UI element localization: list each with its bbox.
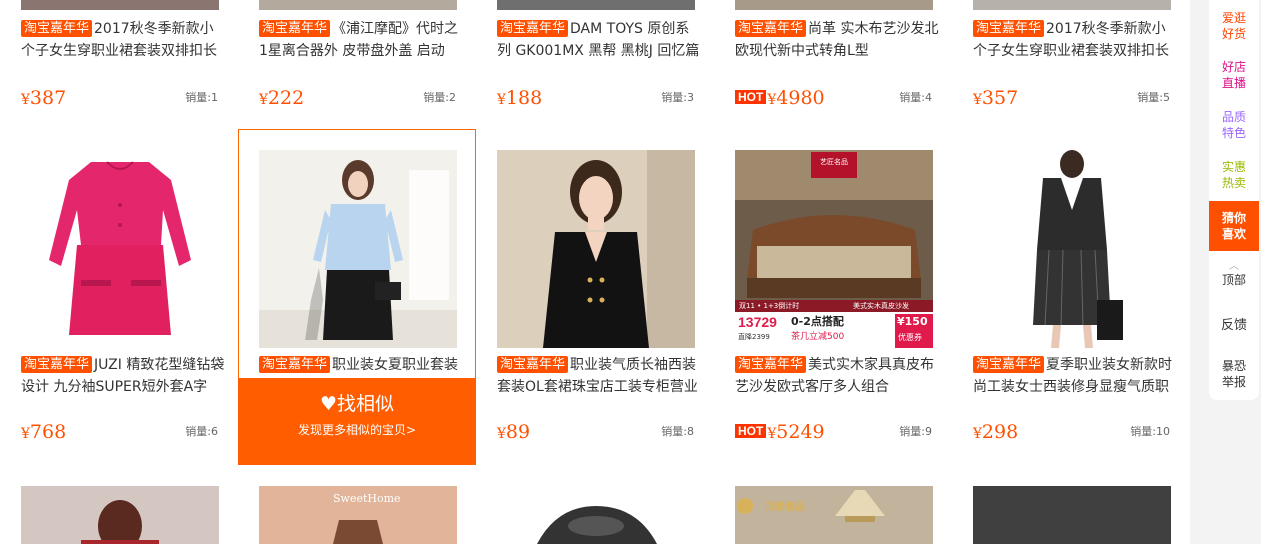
- product-price: ¥89: [497, 421, 531, 443]
- product-card[interactable]: 淘宝嘉年华 JUZI 精致花型缝钻袋设计 九分袖SUPER短外套A字 ¥768 销…: [0, 129, 238, 465]
- product-image[interactable]: 艺匠名品 双11 • 1+3倒计时 美式实木真皮沙发 13729 直降2399 …: [735, 150, 933, 348]
- promo-tag: 淘宝嘉年华: [259, 356, 331, 373]
- chevron-up-icon: ︿: [1229, 261, 1239, 272]
- sidebar-panel: 爱逛 好货 好店 直播 品质 特色 实惠 热卖 猜你 喜欢 ︿ 顶部 反馈 暴恐…: [1209, 0, 1259, 400]
- product-image[interactable]: 顶级奢品: [735, 486, 933, 544]
- promo-tag: 淘宝嘉年华: [973, 356, 1045, 373]
- chandelier-illustration: [737, 490, 885, 522]
- sidebar-item-aiguang[interactable]: 爱逛 好货: [1209, 10, 1259, 42]
- sidebar-item-cainixihuan[interactable]: 猜你 喜欢: [1209, 201, 1259, 251]
- product-title[interactable]: 淘宝嘉年华 《浦江摩配》代时之1星离合器外 皮带盘外盖 启动: [259, 18, 463, 62]
- discover-more-link[interactable]: 发现更多相似的宝贝>: [238, 422, 476, 438]
- product-price: HOT ¥4980: [735, 86, 825, 112]
- sidebar-item-haodian[interactable]: 好店 直播: [1209, 59, 1259, 91]
- sales-count: 销量:9: [899, 425, 932, 438]
- promo-tag: 淘宝嘉年华: [259, 20, 331, 37]
- sofa-coupon-value: ¥150: [897, 315, 928, 328]
- product-title[interactable]: 淘宝嘉年华 JUZI 精致花型缝钻袋设计 九分袖SUPER短外套A字: [21, 354, 225, 398]
- product-image[interactable]: [21, 0, 219, 10]
- find-similar-button[interactable]: ♥找相似: [238, 392, 476, 416]
- sales-count: 销量:10: [1130, 425, 1170, 438]
- sofa-promo-1: 0-2点搭配: [791, 315, 844, 328]
- sidebar-item-pinzhi[interactable]: 品质 特色: [1209, 109, 1259, 141]
- product-title[interactable]: 淘宝嘉年华 DAM TOYS 原创系列 GK001MX 黑帮 黑桃J 回忆篇: [497, 18, 701, 62]
- motor-cover-illustration: [537, 506, 657, 544]
- promo-tag: 淘宝嘉年华: [497, 20, 569, 37]
- sales-count: 销量:4: [899, 91, 932, 104]
- sofa-coupon-label: 优惠券: [898, 333, 922, 342]
- promo-tag: 淘宝嘉年华: [735, 356, 807, 373]
- black-blazer-illustration: [497, 150, 695, 348]
- product-image[interactable]: [21, 150, 219, 348]
- product-image[interactable]: [259, 0, 457, 10]
- find-similar-overlay[interactable]: ♥找相似 发现更多相似的宝贝>: [238, 378, 476, 465]
- promo-tag: 淘宝嘉年华: [21, 356, 93, 373]
- product-card[interactable]: 淘宝嘉年华 职业装气质长袖西装套装OL套裙珠宝店工装专柜营业 ¥89 销量:8: [476, 129, 714, 465]
- product-title[interactable]: 淘宝嘉年华2017秋冬季新款小个子女生穿职业裙套装双排扣长袖: [973, 18, 1177, 62]
- product-card[interactable]: 艺匠名品 双11 • 1+3倒计时 美式实木真皮沙发 13729 直降2399 …: [714, 129, 952, 465]
- hot-badge: HOT: [735, 424, 767, 438]
- product-price: ¥357: [973, 87, 1019, 109]
- product-card[interactable]: 淘宝嘉年华 尚革 实木布艺沙发北欧现代新中式转角L型 HOT ¥4980 销量:4: [714, 0, 952, 109]
- product-card-hovered[interactable]: 淘宝嘉年华 职业装女夏职业套装 ♥找相似 发现更多相似的宝贝>: [238, 129, 476, 465]
- product-grid: 淘宝嘉年华2017秋冬季新款小个子女生穿职业裙套装双排扣长袖 ¥387 销量:1…: [0, 0, 1190, 544]
- product-title[interactable]: 淘宝嘉年华 职业装气质长袖西装套装OL套裙珠宝店工装专柜营业: [497, 354, 701, 398]
- product-price: ¥298: [973, 421, 1019, 443]
- sofa-price-small: 直降2399: [738, 333, 770, 341]
- product-image[interactable]: [973, 150, 1171, 348]
- sofa-badge: 艺匠名品: [820, 158, 848, 166]
- promo-tag: 淘宝嘉年华: [735, 20, 807, 37]
- product-title[interactable]: 淘宝嘉年华 美式实木家具真皮布艺沙发欧式客厅多人组合: [735, 354, 939, 398]
- woman-photo-illustration: [81, 500, 159, 544]
- coat-illustration: [333, 520, 383, 544]
- sales-count: 销量:8: [661, 425, 694, 438]
- sofa-note: 双11 • 1+3倒计时: [739, 302, 800, 310]
- back-to-top-button[interactable]: ︿ 顶部: [1209, 262, 1259, 288]
- product-title[interactable]: 淘宝嘉年华2017秋冬季新款小个子女生穿职业裙套装双排扣长袖: [21, 18, 225, 62]
- product-image[interactable]: [973, 0, 1171, 10]
- product-price: ¥387: [21, 87, 67, 109]
- product-image[interactable]: [497, 0, 695, 10]
- product-image[interactable]: [259, 150, 457, 348]
- hot-badge: HOT: [735, 90, 767, 104]
- blue-shirt-illustration: [259, 150, 457, 348]
- heart-icon: ♥: [319, 393, 338, 415]
- product-card[interactable]: 淘宝嘉年华2017秋冬季新款小个子女生穿职业裙套装双排扣长袖 ¥387 销量:1: [0, 0, 238, 109]
- product-image[interactable]: SweetHome: [259, 486, 457, 544]
- pink-suit-illustration: [49, 161, 191, 335]
- sales-count: 销量:6: [185, 425, 218, 438]
- sofa-promo-2: 茶几立减500: [791, 332, 845, 342]
- product-card[interactable]: 淘宝嘉年华2017秋冬季新款小个子女生穿职业裙套装双排扣长袖 ¥357 销量:5: [952, 0, 1190, 109]
- pinstripe-suit-illustration: [1033, 150, 1123, 348]
- product-price: HOT ¥5249: [735, 420, 825, 446]
- sidebar-item-shihui[interactable]: 实惠 热卖: [1209, 159, 1259, 191]
- product-card[interactable]: 淘宝嘉年华 夏季职业装女新款时尚工装女士西装修身显瘦气质职 ¥298 销量:10: [952, 129, 1190, 465]
- product-title[interactable]: 淘宝嘉年华 夏季职业装女新款时尚工装女士西装修身显瘦气质职: [973, 354, 1177, 398]
- product-card[interactable]: 淘宝嘉年华 《浦江摩配》代时之1星离合器外 皮带盘外盖 启动 ¥222 销量:2: [238, 0, 476, 109]
- sofa-price-big: 13729: [738, 314, 777, 330]
- product-price: ¥188: [497, 87, 543, 109]
- product-image[interactable]: [497, 150, 695, 348]
- product-image[interactable]: [973, 486, 1171, 544]
- sales-count: 销量:2: [423, 91, 456, 104]
- sales-count: 销量:5: [1137, 91, 1170, 104]
- sofa-caption: 美式实木真皮沙发: [853, 302, 909, 310]
- report-button[interactable]: 暴恐 举报: [1209, 358, 1259, 390]
- product-image[interactable]: [497, 486, 695, 544]
- feedback-button[interactable]: 反馈: [1209, 318, 1259, 334]
- product-image[interactable]: [21, 486, 219, 544]
- promo-tag: 淘宝嘉年华: [497, 356, 569, 373]
- product-price: ¥768: [21, 421, 67, 443]
- product-title[interactable]: 淘宝嘉年华 尚革 实木布艺沙发北欧现代新中式转角L型: [735, 18, 939, 62]
- promo-tag: 淘宝嘉年华: [973, 20, 1045, 37]
- right-sidebar: 爱逛 好货 好店 直播 品质 特色 实惠 热卖 猜你 喜欢 ︿ 顶部 反馈 暴恐…: [1190, 0, 1261, 544]
- sales-count: 销量:3: [661, 91, 694, 104]
- promo-tag: 淘宝嘉年华: [21, 20, 93, 37]
- sales-count: 销量:1: [185, 91, 218, 104]
- product-price: ¥222: [259, 87, 305, 109]
- product-card[interactable]: 淘宝嘉年华 DAM TOYS 原创系列 GK001MX 黑帮 黑桃J 回忆篇 ¥1…: [476, 0, 714, 109]
- product-image[interactable]: [735, 0, 933, 10]
